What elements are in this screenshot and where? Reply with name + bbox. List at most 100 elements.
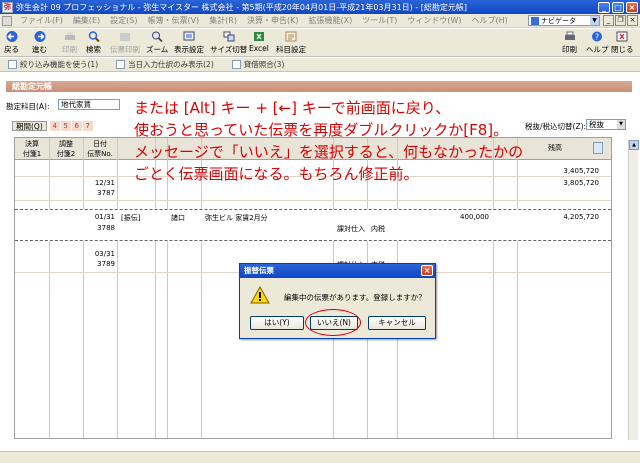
document-icon	[2, 15, 12, 26]
table-row-voucher: 3787	[97, 189, 115, 197]
table-row-date: 12/31	[94, 179, 115, 187]
yes-button[interactable]: はい(Y)	[250, 316, 304, 330]
svg-text:?: ?	[595, 33, 599, 42]
header-voucher: 伝票No.	[87, 150, 113, 158]
table-row-account: 諸口	[171, 214, 185, 222]
highlight-circle	[305, 309, 361, 336]
confirm-dialog: 振替伝票 × 編集中の伝票があります。登録しますか？ はい(Y) いいえ(N) …	[239, 263, 436, 339]
header-date: 日付	[93, 140, 107, 148]
table-row-voucher: 3788	[97, 224, 115, 232]
scroll-up-icon[interactable]: ▲	[629, 140, 639, 150]
menu-bar: ファイル(F) 編集(E) 設定(S) 帳簿・伝票(V) 集計(R) 決算・申告…	[0, 14, 640, 28]
forward-button[interactable]: 進む	[32, 30, 47, 56]
filter-checkbox[interactable]: 絞り込み機能を使う(1)	[8, 59, 98, 70]
display-settings-button[interactable]: 表示設定	[174, 30, 204, 56]
month-tab-4[interactable]: 4	[49, 121, 60, 131]
table-row-selected[interactable]: 01/31 3788 [振伝] 諸口 弥生ビル 家賃2月分 課対仕入 内税 40…	[15, 209, 611, 241]
print-disabled-button[interactable]: 印刷	[62, 30, 77, 56]
toolbar: 戻る 進む 印刷 検索 伝票印刷 ズーム 表示設定 サイズ切替 Excel 科目…	[0, 29, 640, 57]
instruction-note: または [Alt] キー + [←] キーで前画面に戻り、 使おうと思っていた伝…	[134, 99, 524, 183]
search-button[interactable]: 検索	[86, 30, 101, 56]
menu-window[interactable]: ウィンドウ(W)	[402, 15, 466, 26]
search-icon	[88, 31, 100, 43]
cancel-button[interactable]: キャンセル	[368, 316, 426, 330]
month-tab-7[interactable]: 7	[82, 121, 93, 131]
voucher-print-icon	[120, 33, 130, 41]
navigator-select[interactable]: ナビゲータ ▼	[528, 15, 600, 26]
month-tab-5[interactable]: 5	[60, 121, 71, 131]
excel-icon	[253, 32, 264, 41]
forward-arrow-icon	[34, 31, 45, 42]
compound-checkbox[interactable]: 貸借照合(3)	[231, 59, 284, 70]
period-button[interactable]: 期間(Q)	[12, 121, 47, 131]
menu-edit[interactable]: 編集(E)	[68, 15, 105, 26]
menu-closing[interactable]: 決算・申告(K)	[242, 15, 304, 26]
today-only-checkbox[interactable]: 当日入力仕訳のみ表示(2)	[116, 59, 214, 70]
app-icon: 弥	[2, 1, 13, 13]
dialog-title: 振替伝票 ×	[240, 264, 435, 278]
memo-icon[interactable]	[593, 142, 603, 154]
menu-settings[interactable]: 設定(S)	[105, 15, 142, 26]
table-row-description: 弥生ビル 家賃2月分	[205, 214, 268, 222]
header-tsukisen1: 付箋1	[22, 150, 42, 158]
maximize-button[interactable]: □	[612, 1, 624, 13]
account-label: 勘定科目(A):	[6, 102, 50, 111]
print-button[interactable]: 印刷	[562, 30, 577, 56]
size-switch-icon	[223, 31, 235, 42]
table-row-balance: 4,205,720	[563, 213, 599, 221]
menu-help[interactable]: ヘルプ(H)	[467, 15, 513, 26]
excel-button[interactable]: Excel	[249, 30, 269, 56]
tax-switch-label: 税抜/税込切替(Z):	[525, 122, 587, 131]
close-icon	[616, 31, 628, 42]
close-button[interactable]: 閉じる	[611, 30, 634, 56]
voucher-print-button[interactable]: 伝票印刷	[110, 30, 140, 56]
menu-books[interactable]: 帳簿・伝票(V)	[142, 15, 204, 26]
table-row-date: 01/31	[94, 213, 115, 221]
navigator-icon	[531, 16, 539, 25]
dialog-close-button[interactable]: ×	[421, 265, 433, 276]
chevron-down-icon: ▼	[590, 16, 599, 25]
account-settings-button[interactable]: 科目設定	[276, 30, 306, 56]
close-window-button[interactable]: ×	[626, 1, 638, 13]
header-tsukisen2: 付箋2	[56, 150, 76, 158]
header-balance: 残高	[548, 144, 562, 152]
horizontal-scrollbar[interactable]	[0, 451, 640, 463]
dialog-message: 編集中の伝票があります。登録しますか？	[284, 293, 426, 302]
menu-aggregate[interactable]: 集計(R)	[204, 15, 242, 26]
zoom-button[interactable]: ズーム	[146, 30, 168, 56]
mdi-minimize-button[interactable]: _	[603, 15, 614, 26]
back-button[interactable]: 戻る	[4, 30, 19, 56]
table-row-voucher: 3789	[97, 260, 115, 268]
size-switch-button[interactable]: サイズ切替	[210, 30, 247, 56]
option-bar: 絞り込み機能を使う(1) 当日入力仕訳のみ表示(2) 貸借照合(3)	[0, 58, 640, 72]
month-tab-6[interactable]: 6	[71, 121, 82, 131]
menu-extensions[interactable]: 拡張機能(X)	[304, 15, 358, 26]
table-row-tax: 課対仕入	[337, 225, 365, 233]
chevron-down-icon: ▼	[617, 120, 625, 129]
menu-file[interactable]: ファイル(F)	[15, 15, 68, 26]
table-row-amount: 400,000	[460, 213, 489, 221]
period-row: 期間(Q) 4 5 6 7	[12, 121, 94, 131]
table-row-balance: 3,805,720	[563, 179, 599, 187]
table-row-tax-type: 内税	[371, 225, 385, 233]
account-settings-icon	[285, 31, 297, 42]
account-input[interactable]: 地代家賃	[58, 99, 120, 110]
navigator-label: ナビゲータ	[541, 16, 576, 25]
mdi-close-button[interactable]: ×	[627, 15, 638, 26]
printer-icon	[564, 31, 575, 40]
menu-tools[interactable]: ツール(T)	[357, 15, 402, 26]
minimize-button[interactable]: _	[598, 1, 610, 13]
vertical-scrollbar[interactable]: ▲	[628, 140, 639, 440]
tax-switch-select[interactable]: 税抜 ▼	[586, 119, 626, 130]
warning-icon	[250, 286, 270, 304]
header-chosei: 調整	[59, 140, 73, 148]
header-kessai: 決算	[25, 140, 39, 148]
help-button[interactable]: ? ヘルプ	[586, 30, 609, 56]
printer-icon	[64, 32, 75, 40]
table-row-date: 03/31	[94, 250, 115, 258]
table-row-balance: 3,405,720	[563, 167, 599, 175]
title-bar: 弥 弥生会計 09 プロフェッショナル - 弥生マイスター 株式会社 - 第5期…	[0, 0, 640, 14]
mdi-restore-button[interactable]: ❐	[615, 15, 626, 26]
window-title: 弥生会計 09 プロフェッショナル - 弥生マイスター 株式会社 - 第5期(平…	[16, 2, 468, 12]
back-arrow-icon	[6, 31, 17, 42]
